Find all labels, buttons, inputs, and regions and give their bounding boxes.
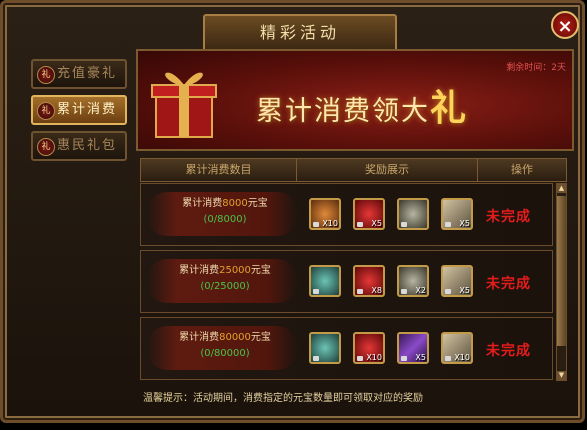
scroll-thumb[interactable]: [557, 196, 566, 346]
item-qty: X10: [322, 219, 338, 228]
tab-benefit[interactable]: 礼 惠民礼包: [31, 131, 127, 161]
consume-label: 累计消费: [182, 198, 223, 209]
reward-list: 累计消费8000元宝 (0/8000) X10 X5 X5 未完成 累计消费25…: [140, 183, 553, 384]
header-amount: 累计消费数目: [141, 159, 297, 181]
row-description: 累计消费25000元宝 (0/25000): [155, 263, 295, 295]
armor-item-icon[interactable]: [309, 265, 341, 297]
banner-title-big: 礼: [430, 88, 469, 129]
gift-icon: 礼: [37, 66, 55, 84]
progress-text: (0/25000): [200, 281, 250, 292]
table-row: 累计消费80000元宝 (0/80000) X10 X5 X10 未完成: [140, 317, 553, 380]
status-text: 未完成: [486, 209, 531, 225]
purple-sword-item-icon[interactable]: X5: [397, 332, 429, 364]
sidebar: 礼 充值豪礼 礼 累计消费 礼 惠民礼包: [31, 59, 127, 167]
tab-label: 充值豪礼: [56, 66, 117, 81]
close-icon[interactable]: ×: [551, 11, 579, 39]
countdown-text: 剩余时间：2天: [506, 63, 566, 73]
scroll-item-icon[interactable]: X5: [441, 198, 473, 230]
scroll-down-button[interactable]: ▼: [557, 371, 566, 380]
gift-box-icon: [151, 72, 217, 138]
tab-label: 惠民礼包: [56, 138, 117, 153]
red-gem-item-icon[interactable]: X5: [353, 198, 385, 230]
tab-recharge[interactable]: 礼 充值豪礼: [31, 59, 127, 89]
item-qty: X10: [454, 353, 470, 362]
red-gem-item-icon[interactable]: X8: [353, 265, 385, 297]
table-row: 累计消费8000元宝 (0/8000) X10 X5 X5 未完成: [140, 183, 553, 246]
scroll-up-button[interactable]: ▲: [557, 184, 566, 193]
consume-amount: 80000: [219, 332, 251, 343]
activity-window: 精彩活动 × 礼 充值豪礼 礼 累计消费 礼 惠民礼包 累计消费领大礼 剩余时间…: [0, 0, 585, 423]
item-qty: X10: [366, 353, 382, 362]
progress-text: (0/80000): [200, 348, 250, 359]
item-qty: X5: [459, 219, 470, 228]
hint-label: 温馨提示：: [143, 393, 193, 404]
hint-body: 活动期间，消费指定的元宝数量即可领取对应的奖励: [193, 393, 423, 404]
currency-label: 元宝: [250, 332, 271, 343]
coin-icon: 礼: [37, 102, 55, 120]
hint-text: 温馨提示：活动期间，消费指定的元宝数量即可领取对应的奖励: [143, 389, 423, 404]
status-text: 未完成: [486, 276, 531, 292]
window-title: 精彩活动: [203, 14, 397, 52]
scroll-item-icon[interactable]: X10: [441, 332, 473, 364]
banner-title: 累计消费领大礼: [256, 79, 468, 131]
silver-orb-item-icon[interactable]: X2: [397, 265, 429, 297]
scroll-item-icon[interactable]: X5: [441, 265, 473, 297]
item-qty: X5: [459, 286, 470, 295]
item-qty: X5: [415, 353, 426, 362]
row-description: 累计消费8000元宝 (0/8000): [155, 196, 295, 228]
table-row: 累计消费25000元宝 (0/25000) X8 X2 X5 未完成: [140, 250, 553, 313]
header-rewards: 奖励展示: [297, 159, 478, 181]
orb-item-icon[interactable]: X10: [309, 198, 341, 230]
silver-orb-item-icon[interactable]: [397, 198, 429, 230]
tab-consume[interactable]: 礼 累计消费: [31, 95, 127, 125]
consume-amount: 8000: [222, 198, 248, 209]
banner-title-text: 累计消费领大: [256, 96, 430, 127]
status-text: 未完成: [486, 343, 531, 359]
armor-item-icon[interactable]: [309, 332, 341, 364]
currency-label: 元宝: [250, 265, 271, 276]
item-qty: X2: [415, 286, 426, 295]
red-gem-item-icon[interactable]: X10: [353, 332, 385, 364]
table-header: 累计消费数目 奖励展示 操作: [140, 158, 567, 182]
event-banner: 累计消费领大礼 剩余时间：2天: [136, 49, 574, 151]
consume-label: 累计消费: [179, 332, 220, 343]
row-description: 累计消费80000元宝 (0/80000): [155, 330, 295, 362]
currency-label: 元宝: [247, 198, 268, 209]
bag-icon: 礼: [37, 138, 55, 156]
item-qty: X8: [371, 286, 382, 295]
progress-text: (0/8000): [203, 214, 247, 225]
scrollbar[interactable]: ▲ ▼: [556, 183, 567, 381]
tab-label: 累计消费: [56, 102, 117, 117]
consume-amount: 25000: [219, 265, 251, 276]
consume-label: 累计消费: [179, 265, 220, 276]
item-qty: X5: [371, 219, 382, 228]
header-action: 操作: [511, 163, 533, 176]
